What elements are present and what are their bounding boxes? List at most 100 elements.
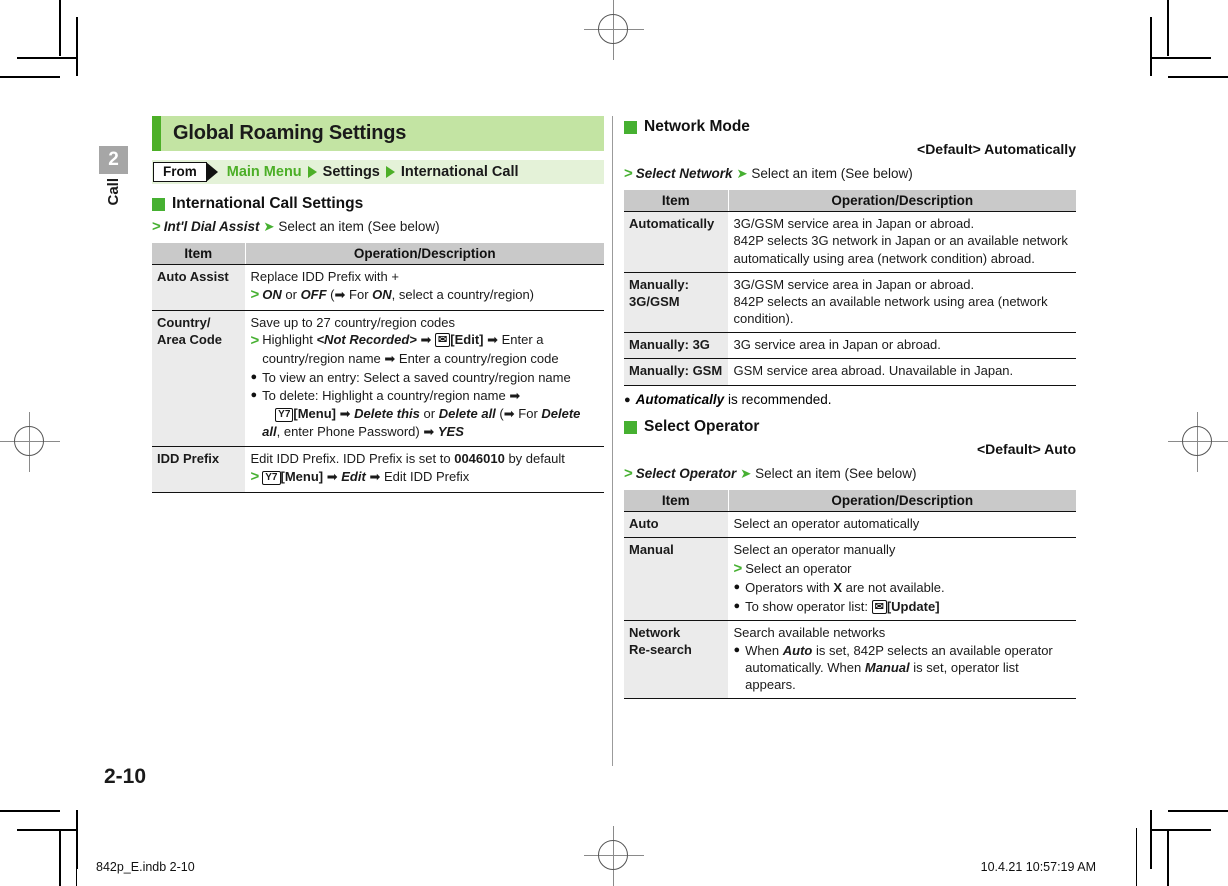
crop-mark-icon	[59, 830, 61, 886]
desc-line: > ON or OFF (➡ For ON, select a country/r…	[250, 286, 535, 304]
step-line-intl-dial-assist: > Int'l Dial Assist ➤ Select an item (See…	[152, 217, 604, 237]
desc-line: > Highlight <Not Recorded> ➡ ✉ [Edit] ➡ E…	[250, 332, 559, 367]
table-header-row: Item Operation/Description	[624, 490, 1076, 513]
table-row: Automatically 3G/GSM service area in Jap…	[624, 211, 1076, 273]
desc-line: > Y7 [Menu] ➡ Edit ➡ Edit IDD Prefix	[250, 468, 470, 486]
desc-bullet: ● To view an entry: Select a saved count…	[250, 369, 571, 385]
step-target: Select Operator	[635, 466, 737, 481]
column-header-item: Item	[624, 490, 729, 513]
crop-mark-icon	[17, 829, 77, 831]
page-number: 2-10	[104, 765, 147, 788]
desc-line: Select an operator manually	[733, 542, 896, 558]
column-divider	[612, 116, 613, 766]
network-mode-table: Item Operation/Description Automatically…	[624, 190, 1076, 386]
crop-mark-icon	[1150, 17, 1152, 76]
step-marker-icon: >	[733, 559, 743, 577]
title-accent-bar	[152, 116, 161, 151]
crop-mark-icon	[17, 57, 77, 59]
column-header-item: Item	[624, 190, 729, 213]
row-desc-manually-gsm: GSM service area abroad. Unavailable in …	[728, 358, 1076, 386]
registration-mark-icon	[1168, 412, 1228, 472]
bullet-icon: ●	[733, 599, 741, 612]
registration-mark-icon	[0, 412, 60, 472]
desc-line: Edit IDD Prefix. IDD Prefix is set to 00…	[250, 451, 565, 467]
crop-mark-icon	[0, 810, 60, 812]
step-marker-icon: >	[250, 286, 260, 304]
table-header-row: Item Operation/Description	[152, 243, 604, 266]
table-row: Manually: 3G/GSM 3G/GSM service area in J…	[624, 272, 1076, 334]
step-marker-icon: >	[624, 465, 633, 482]
crop-mark-icon	[1167, 0, 1169, 56]
page-title: Global Roaming Settings	[173, 122, 407, 144]
table-row: Manually: 3G 3G service area in Japan or…	[624, 332, 1076, 360]
international-call-settings-table: Item Operation/Description Auto Assist R…	[152, 243, 604, 494]
breadcrumb-item-international-call[interactable]: International Call	[401, 164, 519, 180]
chapter-number: 2	[108, 149, 119, 170]
step-target: Int'l Dial Assist	[163, 219, 260, 234]
row-item-manually-3g-gsm: Manually: 3G/GSM	[624, 272, 729, 334]
subsection-heading-text: International Call Settings	[172, 195, 364, 212]
arrow-icon: ➤	[736, 166, 748, 182]
right-column: Network Mode <Default> Automatically > Se…	[624, 116, 1076, 700]
table-row: IDD Prefix Edit IDD Prefix. IDD Prefix i…	[152, 446, 604, 494]
step-marker-icon: >	[152, 218, 161, 235]
column-header-operation: Operation/Description	[728, 190, 1076, 213]
table-row: Network Re-search Search available networ…	[624, 620, 1076, 700]
desc-line: Replace IDD Prefix with +	[250, 269, 399, 285]
desc-line: Save up to 27 country/region codes	[250, 315, 456, 331]
row-desc-idd-prefix: Edit IDD Prefix. IDD Prefix is set to 00…	[245, 446, 604, 494]
subsection-heading-network-mode: Network Mode	[624, 118, 1076, 136]
subsection-heading-text: Network Mode	[644, 118, 750, 135]
subsection-heading-text: Select Operator	[644, 418, 760, 435]
row-item-country-area-code: Country/Area Code	[152, 310, 246, 448]
crop-mark-icon	[1167, 830, 1169, 886]
row-desc-manually-3g-gsm: 3G/GSM service area in Japan or abroad. …	[728, 272, 1076, 334]
footer-file-info: 842p_E.indb 2-10	[96, 860, 195, 874]
desc-line: Search available networks	[733, 624, 886, 640]
bullet-icon: ●	[250, 388, 258, 401]
crop-mark-icon	[1168, 76, 1228, 78]
select-operator-table: Item Operation/Description Auto Select a…	[624, 490, 1076, 700]
step-line-select-operator: > Select Operator ➤ Select an item (See b…	[624, 464, 1076, 484]
default-value-network-mode: <Default> Automatically	[917, 141, 1076, 157]
breadcrumb-item-main-menu[interactable]: Main Menu	[227, 164, 302, 180]
breadcrumb-item-settings[interactable]: Settings	[323, 164, 380, 180]
row-desc-network-re-search: Search available networks ● When Auto is…	[728, 620, 1076, 700]
table-row: Country/Area Code Save up to 27 country/…	[152, 310, 604, 448]
footer-rule	[1136, 828, 1137, 886]
note-automatically-recommended: ● Automatically is recommended.	[624, 392, 1076, 409]
registration-mark-icon	[584, 0, 644, 60]
desc-bullet: ● To show operator list: ✉ [Update]	[733, 598, 940, 614]
subsection-heading-select-operator: Select Operator	[624, 418, 1076, 436]
footer-rule	[76, 828, 77, 886]
chapter-label-text: Call	[105, 178, 122, 206]
arrow-icon: ➤	[740, 466, 752, 482]
table-row: Manual Select an operator manually > Sele…	[624, 537, 1076, 621]
crop-mark-icon	[76, 17, 78, 76]
from-badge: From	[153, 162, 207, 182]
row-desc-automatically: 3G/GSM service area in Japan or abroad. …	[728, 211, 1076, 273]
menu-key-icon: Y7	[275, 407, 294, 422]
row-desc-auto-assist: Replace IDD Prefix with + > ON or OFF (➡ …	[245, 264, 604, 312]
step-target: Select Network	[635, 166, 733, 181]
desc-bullet: ● To delete: Highlight a country/region …	[250, 387, 581, 441]
green-square-icon	[152, 197, 165, 211]
breadcrumb-separator-icon	[307, 166, 317, 178]
default-value-select-operator: <Default> Auto	[976, 441, 1076, 457]
crop-mark-icon	[0, 76, 60, 78]
step-marker-icon: >	[250, 332, 260, 350]
row-item-network-re-search: Network Re-search	[624, 620, 729, 700]
table-row: Manually: GSM GSM service area abroad. U…	[624, 358, 1076, 386]
bullet-icon: ●	[733, 643, 741, 656]
bullet-icon: ●	[250, 370, 258, 383]
row-item-manually-3g: Manually: 3G	[624, 332, 729, 360]
menu-key-icon: Y7	[262, 471, 281, 486]
chapter-label: Call	[99, 178, 128, 238]
row-item-auto-assist: Auto Assist	[152, 264, 246, 312]
chapter-number-tab: 2	[99, 146, 128, 174]
breadcrumb-separator-icon	[385, 166, 395, 178]
step-line-select-network: > Select Network ➤ Select an item (See be…	[624, 164, 1076, 184]
green-square-icon	[624, 420, 637, 434]
column-header-operation: Operation/Description	[245, 243, 604, 266]
table-header-row: Item Operation/Description	[624, 190, 1076, 213]
